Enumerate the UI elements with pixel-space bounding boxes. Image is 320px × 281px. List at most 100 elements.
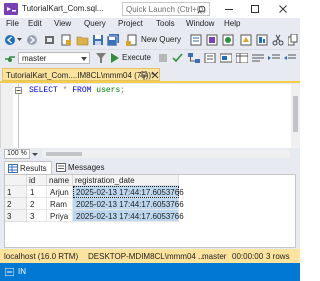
sql-editor[interactable]: SELECT * FROM users; (0, 84, 300, 148)
tab-messages[interactable]: Messages (53, 161, 105, 174)
scrollbar-thumb[interactable] (293, 96, 298, 132)
minimize-button[interactable] (218, 2, 240, 16)
table-cell-id[interactable]: 1 (27, 186, 47, 198)
status-user: DESKTOP-MDIM8CL\mmm04 ... (88, 252, 205, 261)
chevron-down-icon[interactable] (17, 38, 22, 42)
row-number[interactable]: 1 (5, 186, 27, 198)
table-cell-name[interactable]: Priya (47, 210, 73, 222)
title-bar: TutorialKart_Com.sql... Quick Launch (Ct… (0, 0, 300, 18)
sql-star: * (62, 86, 68, 95)
maximize-button[interactable] (244, 2, 266, 16)
display-plan-icon[interactable] (188, 53, 200, 63)
query-file-icon-3[interactable] (222, 34, 234, 46)
editor-margin (1, 84, 13, 148)
chevron-down-icon (81, 57, 87, 61)
sql-keyword-from: FROM (72, 86, 92, 95)
sql-keyword-select: SELECT (29, 86, 58, 95)
close-button[interactable] (272, 2, 294, 16)
stop-icon[interactable] (158, 53, 168, 63)
open-file-icon[interactable] (76, 34, 89, 46)
results-grid[interactable]: id name registration_date 1 1 Arjun 2025… (4, 174, 296, 248)
query-document-tab[interactable]: TutorialKart_Com....IM8CL\mmm04 (75))* (2, 68, 160, 81)
outdent-icon[interactable] (284, 53, 296, 63)
table-cell-registration-date[interactable]: 2025-02-13 17:44:17.6053766 (73, 198, 184, 210)
status-server: localhost (16.0 RTM) (4, 252, 79, 261)
back-icon[interactable] (4, 34, 16, 46)
scrollbar-thumb[interactable] (46, 152, 82, 156)
table-cell-registration-date[interactable]: 2025-02-13 17:44:17.6053766 (73, 186, 184, 198)
tool-icon[interactable] (44, 34, 56, 46)
save-all-icon[interactable] (106, 34, 120, 46)
row-number[interactable]: 3 (5, 210, 27, 222)
query-file-icon-5[interactable] (256, 34, 268, 46)
filter-icon[interactable] (96, 53, 106, 63)
save-icon[interactable] (92, 34, 104, 46)
collapse-icon[interactable] (15, 87, 22, 94)
column-header-registration-date[interactable]: registration_date (73, 175, 179, 186)
table-cell-name[interactable]: Ram (47, 198, 73, 210)
editor-zoom-bar: 100 % (0, 148, 300, 160)
comment-icon[interactable] (252, 53, 264, 63)
ssms-window: TutorialKart_Com.sql... Quick Launch (Ct… (0, 0, 300, 281)
column-header-id[interactable]: id (27, 175, 47, 186)
pin-icon[interactable] (140, 71, 148, 80)
query-file-icon-2[interactable] (206, 34, 218, 46)
tab-results[interactable]: Results (4, 161, 52, 174)
execute-button[interactable]: Execute (122, 53, 151, 62)
parse-check-icon[interactable] (172, 53, 183, 63)
status-time: 00:00:00 (232, 252, 264, 261)
app-status-bar: IN (0, 263, 300, 281)
query-status-bar: localhost (16.0 RTM) DESKTOP-MDIM8CL\mmm… (0, 249, 300, 263)
table-cell-name[interactable]: Arjun (47, 186, 73, 198)
close-tab-icon[interactable] (151, 70, 159, 79)
messages-icon (56, 163, 66, 172)
forward-icon[interactable] (26, 34, 38, 46)
row-number[interactable]: 2 (5, 198, 27, 210)
menu-help[interactable]: Help (224, 19, 240, 28)
execute-icon[interactable] (110, 53, 120, 63)
grid-icon (8, 164, 18, 173)
table-cell-id[interactable]: 2 (27, 198, 47, 210)
query-document-tab-label: TutorialKart_Com....IM8CL\mmm04 (75))* (6, 71, 155, 80)
menu-bar: File Edit View Query Project Tools Windo… (0, 18, 300, 31)
copy-icon[interactable] (288, 34, 298, 46)
window-title: TutorialKart_Com.sql... (22, 4, 104, 13)
new-query-button[interactable]: New Query (141, 35, 181, 44)
menu-query[interactable]: Query (84, 19, 106, 28)
sql-table-name: users (96, 86, 121, 95)
column-header-name[interactable]: name (47, 175, 73, 186)
intellisense-icon[interactable] (220, 53, 232, 63)
menu-project[interactable]: Project (118, 19, 143, 28)
menu-tools[interactable]: Tools (156, 19, 175, 28)
cut-icon[interactable] (272, 34, 284, 46)
sql-semicolon: ; (120, 86, 126, 95)
new-query-icon[interactable] (126, 34, 138, 46)
results-to-icon[interactable] (236, 53, 248, 63)
standard-toolbar: New Query (0, 31, 300, 50)
indent-icon[interactable] (268, 53, 280, 63)
menu-window[interactable]: Window (186, 19, 214, 28)
zoom-value: 100 % (7, 150, 27, 157)
tab-messages-label: Messages (68, 163, 105, 172)
table-cell-registration-date[interactable]: 2025-02-13 17:44:17.6053766 (73, 210, 184, 222)
menu-view[interactable]: View (54, 19, 71, 28)
editor-vertical-scrollbar[interactable] (291, 84, 300, 148)
chevron-down-icon[interactable] (32, 153, 38, 156)
query-options-icon[interactable] (204, 53, 216, 63)
search-icon (197, 5, 206, 14)
quick-launch-placeholder: Quick Launch (Ctrl+Q) (126, 5, 206, 14)
query-file-icon[interactable] (190, 34, 202, 46)
zoom-select[interactable]: 100 % (4, 149, 30, 159)
menu-edit[interactable]: Edit (28, 19, 42, 28)
connect-icon[interactable] (4, 53, 16, 64)
table-cell-id[interactable]: 3 (27, 210, 47, 222)
grid-corner[interactable] (5, 175, 27, 186)
sql-code-line: SELECT * FROM users; (29, 86, 125, 95)
new-project-icon[interactable] (60, 34, 72, 46)
quick-launch-input[interactable]: Quick Launch (Ctrl+Q) (122, 2, 210, 16)
query-file-icon-4[interactable] (240, 34, 252, 46)
editor-horizontal-scrollbar[interactable] (42, 150, 290, 158)
status-database: master (202, 252, 227, 261)
database-select[interactable]: master (18, 52, 90, 64)
menu-file[interactable]: File (6, 19, 19, 28)
